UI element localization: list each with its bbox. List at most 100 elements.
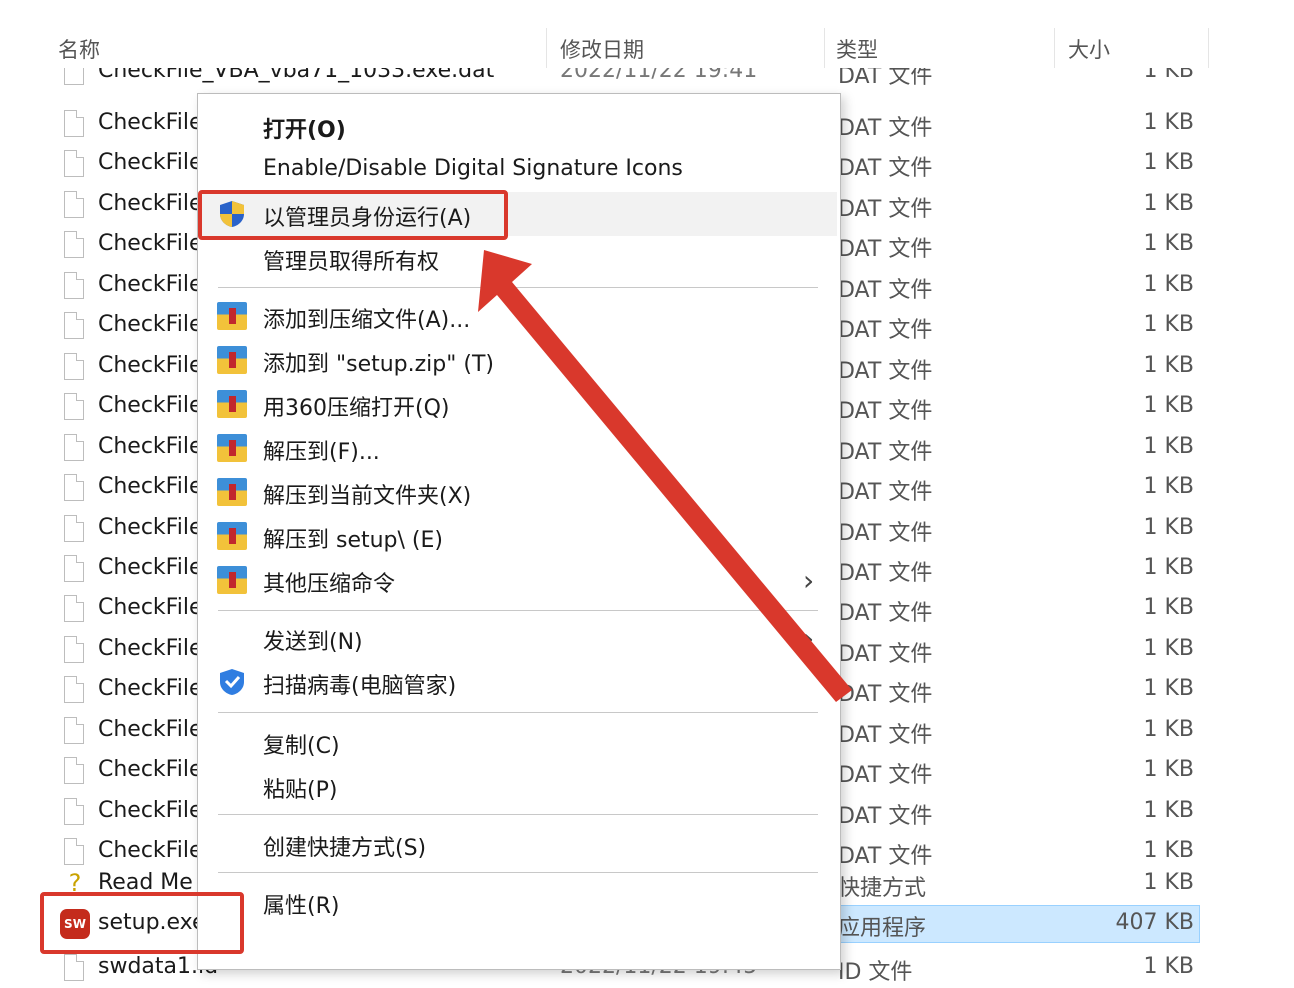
file-type: DAT 文件 bbox=[838, 520, 933, 546]
file-icon bbox=[64, 393, 84, 421]
file-type: DAT 文件 bbox=[838, 439, 933, 465]
menu-label: 粘贴(P) bbox=[263, 778, 338, 803]
file-type: DAT 文件 bbox=[838, 763, 933, 789]
column-divider[interactable] bbox=[1208, 28, 1209, 68]
file-type: DAT 文件 bbox=[838, 399, 933, 425]
menu-take-ownership[interactable]: 管理员取得所有权 bbox=[199, 236, 837, 280]
menu-label: 添加到压缩文件(A)... bbox=[263, 308, 471, 333]
file-name: CheckFile bbox=[98, 514, 203, 540]
menu-properties[interactable]: 属性(R) bbox=[199, 880, 837, 924]
file-name: CheckFile bbox=[98, 231, 203, 257]
menu-create-shortcut[interactable]: 创建快捷方式(S) bbox=[199, 822, 837, 866]
file-size: 1 KB bbox=[1143, 954, 1194, 979]
column-size[interactable]: 大小 bbox=[1068, 34, 1110, 64]
column-type[interactable]: 类型 bbox=[836, 34, 878, 64]
menu-label: 扫描病毒(电脑管家) bbox=[263, 674, 457, 699]
column-date[interactable]: 修改日期 bbox=[560, 34, 644, 64]
file-size: 1 KB bbox=[1143, 797, 1194, 823]
file-name: CheckFile bbox=[98, 595, 203, 621]
menu-label: 解压到 setup\ (E) bbox=[263, 528, 443, 553]
file-name: CheckFile bbox=[98, 271, 203, 297]
file-icon bbox=[64, 352, 84, 380]
winrar-archive-icon bbox=[217, 302, 247, 330]
menu-send-to[interactable]: 发送到(N) › bbox=[199, 616, 837, 660]
file-type: DAT 文件 bbox=[838, 722, 933, 748]
file-type: DAT 文件 bbox=[838, 682, 933, 708]
file-icon bbox=[64, 635, 84, 663]
menu-label: 用360压缩打开(Q) bbox=[263, 396, 450, 421]
file-type: DAT 文件 bbox=[838, 641, 933, 667]
file-name: CheckFile bbox=[98, 433, 203, 459]
file-name: CheckFile bbox=[98, 393, 203, 419]
menu-extract-setup[interactable]: 解压到 setup\ (E) bbox=[199, 514, 837, 558]
menu-label: 创建快捷方式(S) bbox=[263, 836, 427, 861]
menu-separator bbox=[218, 610, 818, 611]
menu-label: 添加到 "setup.zip" (T) bbox=[263, 352, 494, 377]
file-type: 应用程序 bbox=[838, 916, 927, 941]
file-icon bbox=[64, 474, 84, 502]
menu-label: 属性(R) bbox=[263, 894, 340, 919]
file-type: DAT 文件 bbox=[838, 237, 933, 263]
file-size: 1 KB bbox=[1143, 716, 1194, 742]
winrar-archive-icon bbox=[217, 434, 247, 462]
menu-open[interactable]: 打开(O) bbox=[199, 104, 837, 148]
file-size: 1 KB bbox=[1143, 352, 1194, 378]
file-name: CheckFile bbox=[98, 312, 203, 338]
file-icon bbox=[64, 150, 84, 178]
column-divider[interactable] bbox=[1054, 28, 1055, 68]
menu-add-to-archive[interactable]: 添加到压缩文件(A)... bbox=[199, 294, 837, 338]
file-name: CheckFile bbox=[98, 352, 203, 378]
file-name: CheckFile bbox=[98, 716, 203, 742]
file-name: CheckFile bbox=[98, 110, 203, 135]
file-type: ID 文件 bbox=[838, 960, 913, 985]
column-divider[interactable] bbox=[824, 28, 825, 68]
file-size: 1 KB bbox=[1143, 595, 1194, 621]
menu-label: 其他压缩命令 bbox=[263, 572, 396, 597]
file-type: DAT 文件 bbox=[838, 601, 933, 627]
menu-add-to-zip[interactable]: 添加到 "setup.zip" (T) bbox=[199, 338, 837, 382]
winrar-archive-icon bbox=[217, 478, 247, 506]
winrar-archive-icon bbox=[217, 390, 247, 418]
menu-scan-virus[interactable]: 扫描病毒(电脑管家) bbox=[199, 660, 837, 704]
file-size: 1 KB bbox=[1143, 474, 1194, 500]
file-size: 1 KB bbox=[1143, 231, 1194, 257]
file-name: CheckFile bbox=[98, 554, 203, 580]
file-name: CheckFile bbox=[98, 676, 203, 702]
winrar-archive-icon bbox=[217, 346, 247, 374]
winrar-archive-icon bbox=[217, 522, 247, 550]
menu-paste[interactable]: 粘贴(P) bbox=[199, 764, 837, 808]
file-size: 1 KB bbox=[1143, 635, 1194, 661]
file-type: DAT 文件 bbox=[838, 116, 933, 141]
menu-label: 发送到(N) bbox=[263, 630, 363, 655]
file-size: 1 KB bbox=[1143, 312, 1194, 338]
file-icon bbox=[64, 110, 84, 137]
menu-open-360[interactable]: 用360压缩打开(Q) bbox=[199, 382, 837, 426]
menu-other-commands[interactable]: 其他压缩命令 › bbox=[199, 558, 837, 602]
file-type: DAT 文件 bbox=[838, 560, 933, 586]
menu-copy[interactable]: 复制(C) bbox=[199, 720, 837, 764]
menu-label: 解压到(F)... bbox=[263, 440, 380, 465]
menu-extract-to[interactable]: 解压到(F)... bbox=[199, 426, 837, 470]
file-icon bbox=[64, 838, 84, 866]
menu-signature-icons[interactable]: Enable/Disable Digital Signature Icons bbox=[199, 148, 837, 192]
menu-label: 管理员取得所有权 bbox=[263, 250, 440, 275]
file-name: CheckFile bbox=[98, 797, 203, 823]
column-name[interactable]: 名称 bbox=[58, 34, 100, 64]
menu-separator bbox=[218, 872, 818, 873]
file-icon bbox=[64, 676, 84, 704]
column-divider[interactable] bbox=[546, 28, 547, 68]
file-size: 1 KB bbox=[1143, 433, 1194, 459]
file-name: CheckFile bbox=[98, 190, 203, 216]
file-icon bbox=[64, 595, 84, 623]
file-name: CheckFile bbox=[98, 757, 203, 783]
file-name: CheckFile bbox=[98, 474, 203, 500]
highlight-run-as-admin bbox=[198, 190, 508, 240]
menu-extract-here[interactable]: 解压到当前文件夹(X) bbox=[199, 470, 837, 514]
file-size: 1 KB bbox=[1143, 554, 1194, 580]
menu-label: 打开(O) bbox=[263, 118, 346, 143]
file-icon bbox=[64, 231, 84, 259]
file-icon bbox=[64, 514, 84, 542]
menu-label: 解压到当前文件夹(X) bbox=[263, 484, 472, 509]
file-type: DAT 文件 bbox=[838, 480, 933, 506]
file-size: 1 KB bbox=[1143, 110, 1194, 135]
